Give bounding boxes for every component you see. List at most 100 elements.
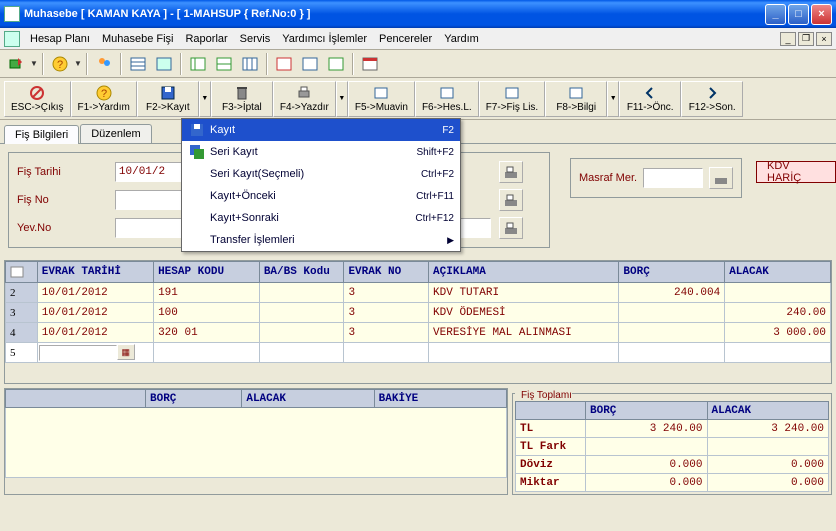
- tool-grid3-icon[interactable]: [186, 52, 210, 76]
- col-aciklama[interactable]: AÇIKLAMA: [429, 262, 619, 283]
- save-icon: [188, 122, 206, 138]
- menu-muhasebe-fisi[interactable]: Muhasebe Fişi: [96, 31, 180, 47]
- table-row[interactable]: 310/01/20121003KDV ÖDEMESİ240.00: [6, 303, 831, 323]
- toolbar-fkeys: ESC->Çıkış ?F1->Yardım F2->Kayıt ▼ F3->İ…: [0, 78, 836, 120]
- mdi-minimize-button[interactable]: _: [780, 32, 796, 46]
- tool-grid4-icon[interactable]: [212, 52, 236, 76]
- f2-button[interactable]: F2->Kayıt: [137, 81, 199, 117]
- print-icon: [296, 85, 312, 101]
- tool-grid5-icon[interactable]: [238, 52, 262, 76]
- col-rownum[interactable]: [6, 262, 38, 283]
- col-evrak-no[interactable]: EVRAK NO: [344, 262, 429, 283]
- f12-button[interactable]: F12->Son.: [681, 81, 743, 117]
- tool-export-drop[interactable]: ▼: [30, 59, 38, 68]
- mdi-close-button[interactable]: ×: [816, 32, 832, 46]
- col-babs-kodu[interactable]: BA/BS Kodu: [259, 262, 344, 283]
- save-multi-icon: [188, 144, 206, 160]
- fis-no-label: Fiş No: [17, 194, 107, 206]
- toolbar-small: ▼ ? ▼: [0, 50, 836, 78]
- fis-tarihi-label: Fiş Tarihi: [17, 166, 107, 178]
- col-alacak[interactable]: ALACAK: [725, 262, 831, 283]
- tool-grid2-icon[interactable]: [152, 52, 176, 76]
- browse-2-button[interactable]: [499, 189, 523, 211]
- f8-button[interactable]: F8->Bilgi: [545, 81, 607, 117]
- bottom-area: BORÇALACAKBAKİYE Fiş Toplamı BORÇALACAK …: [4, 388, 832, 495]
- window-title: Muhasebe [ KAMAN KAYA ] - [ 1-MAHSUP { R…: [24, 8, 310, 20]
- date-picker-button[interactable]: ▦: [117, 344, 135, 360]
- sum-col-borc: BORÇ: [146, 390, 242, 408]
- active-date-input[interactable]: [39, 345, 117, 361]
- sum-col-alacak: ALACAK: [242, 390, 374, 408]
- ft-col-borc: BORÇ: [586, 402, 708, 420]
- f3-button[interactable]: F3->İptal: [211, 81, 273, 117]
- f6-button[interactable]: F6->Hes.L.: [415, 81, 479, 117]
- tool-grid6-icon[interactable]: [272, 52, 296, 76]
- browse-1-button[interactable]: [499, 161, 523, 183]
- fis-toplami-title: Fiş Toplamı: [515, 390, 572, 401]
- ft-row-tlfark: TL Fark: [516, 438, 829, 456]
- tool-calendar-icon[interactable]: [358, 52, 382, 76]
- tab-fis-bilgileri[interactable]: Fiş Bilgileri: [4, 125, 79, 144]
- f4-button[interactable]: F4->Yazdır: [273, 81, 336, 117]
- ft-col-alacak: ALACAK: [707, 402, 829, 420]
- f4-dropdown-button[interactable]: ▼: [336, 81, 348, 117]
- close-button[interactable]: ×: [811, 4, 832, 25]
- tool-people-icon[interactable]: [92, 52, 116, 76]
- table-row[interactable]: 5▦: [6, 343, 831, 363]
- app-small-icon: [4, 31, 20, 47]
- app-icon: [4, 6, 20, 22]
- dd-transfer-islemleri[interactable]: Transfer İşlemleri▶: [182, 229, 460, 251]
- svg-text:?: ?: [101, 88, 107, 100]
- main-grid: EVRAK TARİHİ HESAP KODU BA/BS Kodu EVRAK…: [4, 260, 832, 384]
- f11-button[interactable]: F11->Önc.: [619, 81, 681, 117]
- titlebar: Muhasebe [ KAMAN KAYA ] - [ 1-MAHSUP { R…: [0, 0, 836, 28]
- tab-duzenlem[interactable]: Düzenlem: [80, 124, 152, 143]
- tool-grid8-icon[interactable]: [324, 52, 348, 76]
- minimize-button[interactable]: _: [765, 4, 786, 25]
- dd-seri-kayit[interactable]: Seri KayıtShift+F2: [182, 141, 460, 163]
- f2-dropdown-button[interactable]: ▼: [199, 81, 211, 117]
- ft-row-doviz: Döviz0.0000.000: [516, 456, 829, 474]
- menu-hesap-plani[interactable]: Hesap Planı: [24, 31, 96, 47]
- col-borc[interactable]: BORÇ: [619, 262, 725, 283]
- tool-grid1-icon[interactable]: [126, 52, 150, 76]
- tool-export-icon[interactable]: [4, 52, 28, 76]
- f5-button[interactable]: F5->Muavin: [348, 81, 415, 117]
- menu-pencereler[interactable]: Pencereler: [373, 31, 438, 47]
- grid-header-row: EVRAK TARİHİ HESAP KODU BA/BS Kodu EVRAK…: [6, 262, 831, 283]
- dd-kayit[interactable]: KayıtF2: [182, 119, 460, 141]
- fis-toplami-panel: Fiş Toplamı BORÇALACAK TL3 240.003 240.0…: [512, 388, 832, 495]
- dd-kayit-sonraki[interactable]: Kayıt+SonrakiCtrl+F12: [182, 207, 460, 229]
- menu-servis[interactable]: Servis: [234, 31, 277, 47]
- summary-grid-left: BORÇALACAKBAKİYE: [4, 388, 508, 495]
- maximize-button[interactable]: □: [788, 4, 809, 25]
- kdv-haric-badge: KDV HARİÇ: [756, 161, 836, 183]
- mdi-restore-button[interactable]: ❐: [798, 32, 814, 46]
- browse-3-button[interactable]: [499, 217, 523, 239]
- ft-row-miktar: Miktar0.0000.000: [516, 474, 829, 492]
- dd-kayit-onceki[interactable]: Kayıt+ÖncekiCtrl+F11: [182, 185, 460, 207]
- ft-row-tl: TL3 240.003 240.00: [516, 420, 829, 438]
- f8-dropdown-button[interactable]: ▼: [607, 81, 619, 117]
- table-row[interactable]: 410/01/2012320 013VERESİYE MAL ALINMASI3…: [6, 323, 831, 343]
- tool-help-drop[interactable]: ▼: [74, 59, 82, 68]
- f2-dropdown-menu: KayıtF2 Seri KayıtShift+F2 Seri Kayıt(Se…: [181, 118, 461, 252]
- esc-button[interactable]: ESC->Çıkış: [4, 81, 71, 117]
- menu-yardim[interactable]: Yardım: [438, 31, 485, 47]
- menubar: Hesap Planı Muhasebe Fişi Raporlar Servi…: [0, 28, 836, 50]
- table-row[interactable]: 210/01/20121913KDV TUTARI240.004: [6, 283, 831, 303]
- f1-button[interactable]: ?F1->Yardım: [71, 81, 137, 117]
- masraf-browse-button[interactable]: [709, 167, 733, 189]
- f7-button[interactable]: F7->Fiş Lis.: [479, 81, 546, 117]
- sum-col-bakiye: BAKİYE: [374, 390, 506, 408]
- col-evrak-tarihi[interactable]: EVRAK TARİHİ: [37, 262, 153, 283]
- tool-help-icon[interactable]: ?: [48, 52, 72, 76]
- masraf-mer-input[interactable]: [643, 168, 703, 188]
- col-hesap-kodu[interactable]: HESAP KODU: [154, 262, 260, 283]
- menu-raporlar[interactable]: Raporlar: [179, 31, 233, 47]
- svg-text:?: ?: [57, 59, 63, 71]
- menu-yardimci-islemler[interactable]: Yardımcı İşlemler: [276, 31, 373, 47]
- dd-seri-kayit-secmeli[interactable]: Seri Kayıt(Seçmeli)Ctrl+F2: [182, 163, 460, 185]
- yev-no-label: Yev.No: [17, 222, 107, 234]
- tool-grid7-icon[interactable]: [298, 52, 322, 76]
